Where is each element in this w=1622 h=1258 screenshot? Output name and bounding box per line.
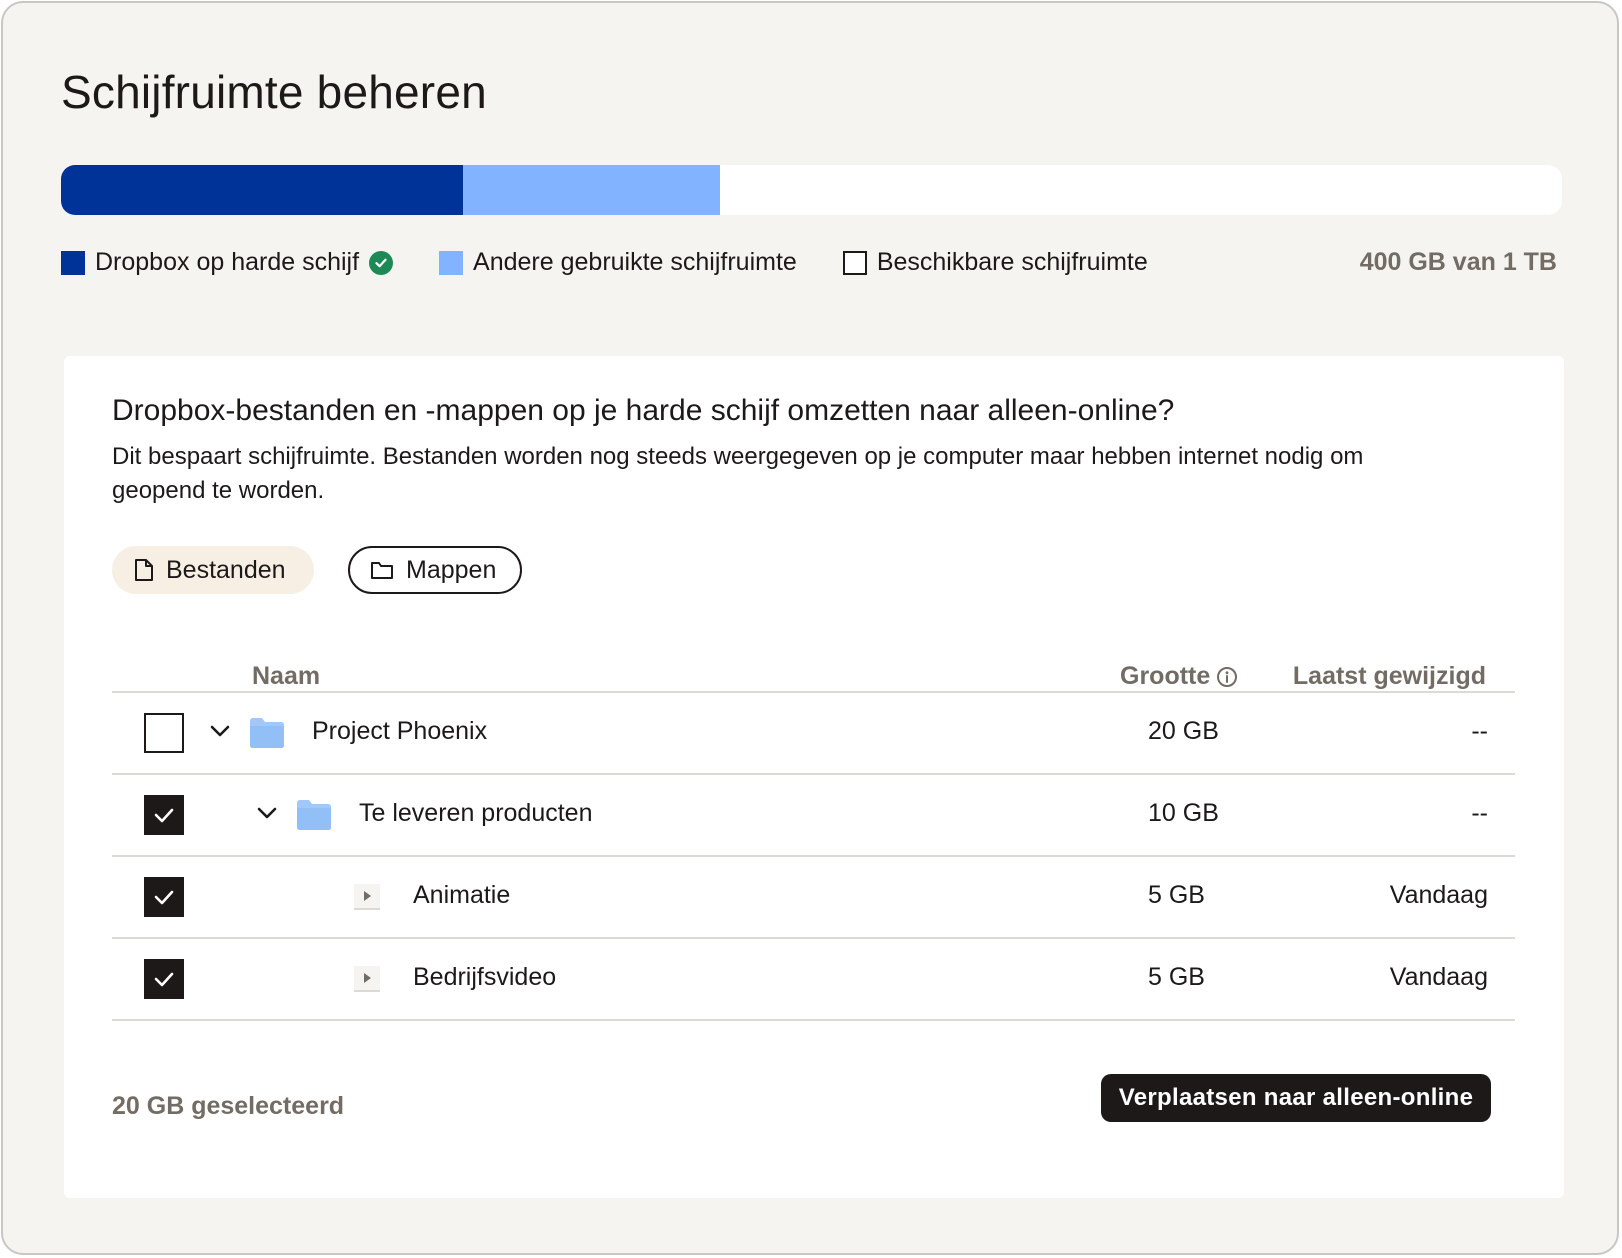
filter-folders-label: Mappen <box>406 555 497 584</box>
row-name: Project Phoenix <box>312 717 488 745</box>
triangle-right-icon[interactable] <box>354 966 380 992</box>
column-header-name[interactable]: Naam <box>252 662 320 691</box>
card-description: Dit bespaart schijfruimte. Bestanden wor… <box>112 443 1364 504</box>
folder-icon <box>297 800 331 830</box>
table-row[interactable]: Animatie 5 GB Vandaag <box>112 857 1515 937</box>
chevron-down-icon[interactable] <box>256 805 278 821</box>
row-size: 5 GB <box>1148 881 1205 909</box>
page-title: Schijfruimte beheren <box>61 66 487 118</box>
legend-swatch-free <box>842 250 867 275</box>
row-checkbox[interactable] <box>144 795 184 835</box>
column-header-modified[interactable]: Laatst gewijzigd <box>1293 662 1486 691</box>
filter-folders-button[interactable]: Mappen <box>348 546 522 594</box>
checkmark-icon <box>154 972 174 987</box>
storage-usage-text: 400 GB van 1 TB <box>1359 248 1557 276</box>
filter-files-label: Bestanden <box>166 555 286 584</box>
row-modified: Vandaag <box>1389 963 1488 991</box>
table-row[interactable]: Te leveren producten 10 GB -- <box>112 775 1515 855</box>
legend-swatch-other <box>439 250 464 275</box>
checkmark-icon <box>154 808 174 823</box>
row-name: Bedrijfsvideo <box>413 963 557 991</box>
folder-outline-icon <box>371 562 393 579</box>
row-checkbox[interactable] <box>144 713 184 753</box>
column-header-size[interactable]: Grootte <box>1120 662 1238 691</box>
folder-icon <box>250 718 284 748</box>
row-modified: -- <box>1471 717 1488 745</box>
legend-label-free: Beschikbare schijfruimte <box>876 248 1148 276</box>
row-size: 20 GB <box>1148 717 1219 745</box>
chevron-down-icon[interactable] <box>209 723 231 739</box>
divider <box>112 1019 1515 1021</box>
storage-bar-other-segment <box>463 165 720 215</box>
legend-item-free: Beschikbare schijfruimte <box>842 248 1148 277</box>
selection-summary: 20 GB geselecteerd <box>112 1092 345 1120</box>
info-icon[interactable] <box>1216 666 1238 688</box>
row-size: 5 GB <box>1148 963 1205 991</box>
row-name: Te leveren producten <box>359 799 593 827</box>
row-checkbox[interactable] <box>144 959 184 999</box>
online-only-card: Dropbox-bestanden en -mappen op je harde… <box>64 356 1564 1198</box>
storage-bar-dropbox-segment <box>61 165 464 215</box>
legend-label-other: Andere gebruikte schijfruimte <box>473 248 797 276</box>
file-icon <box>135 559 153 581</box>
legend-item-other: Andere gebruikte schijfruimte <box>439 248 797 277</box>
table-row[interactable]: Bedrijfsvideo 5 GB Vandaag <box>112 939 1515 1019</box>
row-name: Animatie <box>413 881 511 909</box>
legend-swatch-dropbox <box>61 250 85 275</box>
move-online-only-button[interactable]: Verplaatsen naar alleen-online <box>1101 1074 1491 1122</box>
filter-files-button[interactable]: Bestanden <box>112 546 314 594</box>
column-header-size-label: Grootte <box>1120 662 1211 690</box>
legend-label-dropbox: Dropbox op harde schijf <box>95 248 360 276</box>
row-size: 10 GB <box>1148 799 1219 827</box>
check-circle-icon <box>369 250 394 275</box>
storage-legend: Dropbox op harde schijf Andere gebruikte… <box>61 248 1194 277</box>
card-title: Dropbox-bestanden en -mappen op je harde… <box>112 394 1175 427</box>
row-checkbox[interactable] <box>144 877 184 917</box>
table-row[interactable]: Project Phoenix 20 GB -- <box>112 693 1515 773</box>
row-modified: Vandaag <box>1389 881 1488 909</box>
storage-usage-bar <box>61 165 1562 215</box>
triangle-right-icon[interactable] <box>354 884 380 910</box>
manage-storage-window: Schijfruimte beheren Dropbox op harde sc… <box>1 1 1619 1255</box>
row-modified: -- <box>1471 799 1488 827</box>
checkmark-icon <box>154 890 174 905</box>
legend-item-dropbox: Dropbox op harde schijf <box>61 248 394 277</box>
